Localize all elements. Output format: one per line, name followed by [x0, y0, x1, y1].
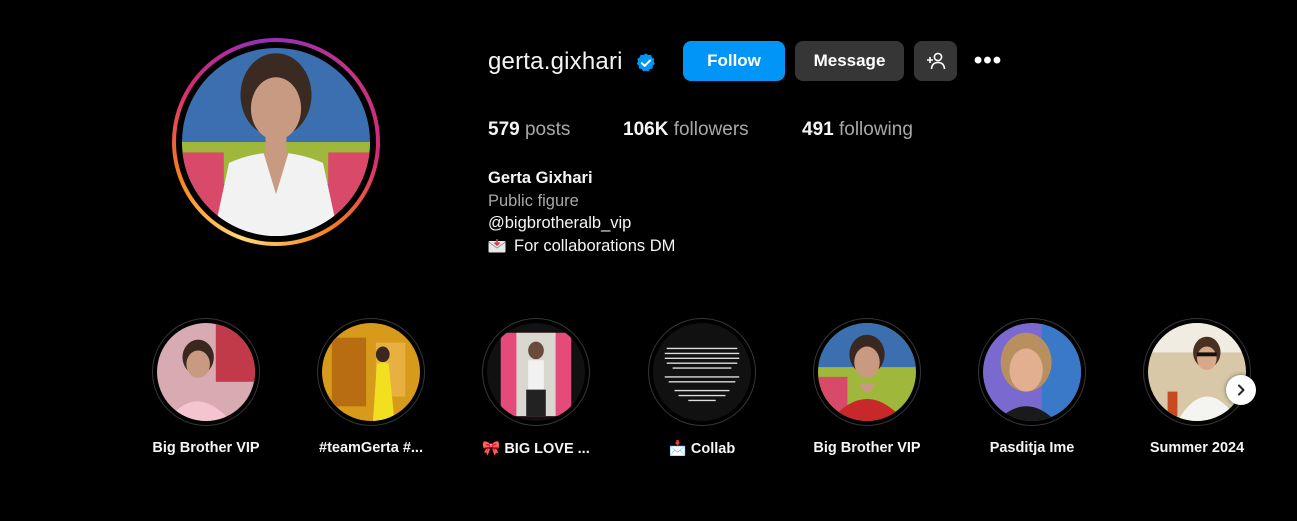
highlight-item[interactable]: Big Brother VIP	[152, 318, 260, 456]
profile-avatar-ring[interactable]	[172, 38, 380, 246]
highlight-item[interactable]: Big Brother VIP	[813, 318, 921, 456]
highlight-ring	[978, 318, 1086, 426]
highlight-label: Big Brother VIP	[152, 440, 260, 456]
bio-category: Public figure	[488, 191, 579, 210]
highlight-item[interactable]: 🎀 BIG LOVE ...	[482, 318, 590, 457]
avatar-inner	[176, 42, 376, 242]
more-options-button[interactable]: •••	[968, 41, 1008, 81]
highlight-cover-image	[983, 323, 1081, 421]
highlight-item[interactable]: #teamGerta #...	[317, 318, 425, 456]
highlights-next-button[interactable]	[1226, 375, 1256, 405]
followers-count: 106K	[623, 119, 669, 140]
follow-button[interactable]: Follow	[683, 41, 785, 81]
highlight-cover-image	[487, 323, 585, 421]
highlight-cover-image	[1148, 323, 1246, 421]
highlight-ring	[317, 318, 425, 426]
highlight-item[interactable]: Summer 2024	[1143, 318, 1251, 456]
highlight-cover	[653, 323, 751, 421]
bio-text: For collaborations DM	[514, 236, 676, 255]
profile-avatar	[182, 48, 370, 236]
posts-label: posts	[524, 119, 571, 140]
more-options-icon: •••	[973, 47, 1003, 74]
highlight-label: Big Brother VIP	[813, 440, 921, 456]
highlight-cover	[1148, 323, 1246, 421]
highlight-cover-image	[322, 323, 420, 421]
posts-count: 579	[488, 119, 520, 140]
followers-stat[interactable]: 106K followers	[623, 119, 749, 141]
highlight-cover	[322, 323, 420, 421]
highlight-ring	[482, 318, 590, 426]
bio-line: For collaborations DM	[488, 235, 675, 258]
highlight-label: 📩 Collab	[668, 441, 736, 457]
highlight-item[interactable]: 📩 Collab	[648, 318, 756, 457]
highlight-cover-image	[818, 323, 916, 421]
add-user-icon	[926, 52, 945, 70]
bio-name: Gerta Gixhari	[488, 169, 593, 187]
following-stat[interactable]: 491 following	[802, 119, 913, 141]
bio-mention-link[interactable]: @bigbrotheralb_vip	[488, 212, 675, 235]
message-button[interactable]: Message	[795, 41, 904, 81]
highlight-ring	[648, 318, 756, 426]
highlight-cover-image	[157, 323, 255, 421]
posts-stat: 579 posts	[488, 119, 570, 141]
verified-badge-icon	[636, 53, 655, 72]
highlight-label: Pasditja Ime	[989, 440, 1075, 456]
followers-label: followers	[673, 119, 749, 140]
chevron-right-icon	[1238, 384, 1245, 396]
incoming-envelope-icon	[488, 238, 506, 252]
highlight-cover	[157, 323, 255, 421]
username: gerta.gixhari	[488, 48, 623, 75]
highlight-label: Summer 2024	[1149, 440, 1245, 456]
highlight-ring	[813, 318, 921, 426]
highlight-ring	[152, 318, 260, 426]
following-label: following	[838, 119, 913, 140]
highlight-cover-image	[653, 323, 751, 421]
following-count: 491	[802, 119, 834, 140]
avatar-photo	[182, 48, 370, 236]
highlight-ring	[1143, 318, 1251, 426]
highlight-item[interactable]: Pasditja Ime	[978, 318, 1086, 456]
highlight-label: #teamGerta #...	[319, 440, 423, 456]
suggest-accounts-button[interactable]	[914, 41, 957, 81]
highlight-cover	[818, 323, 916, 421]
highlight-label: 🎀 BIG LOVE ...	[482, 441, 590, 457]
highlight-cover	[487, 323, 585, 421]
bio-section: Gerta Gixhari Public figure @bigbrothera…	[488, 167, 675, 257]
highlight-cover	[983, 323, 1081, 421]
